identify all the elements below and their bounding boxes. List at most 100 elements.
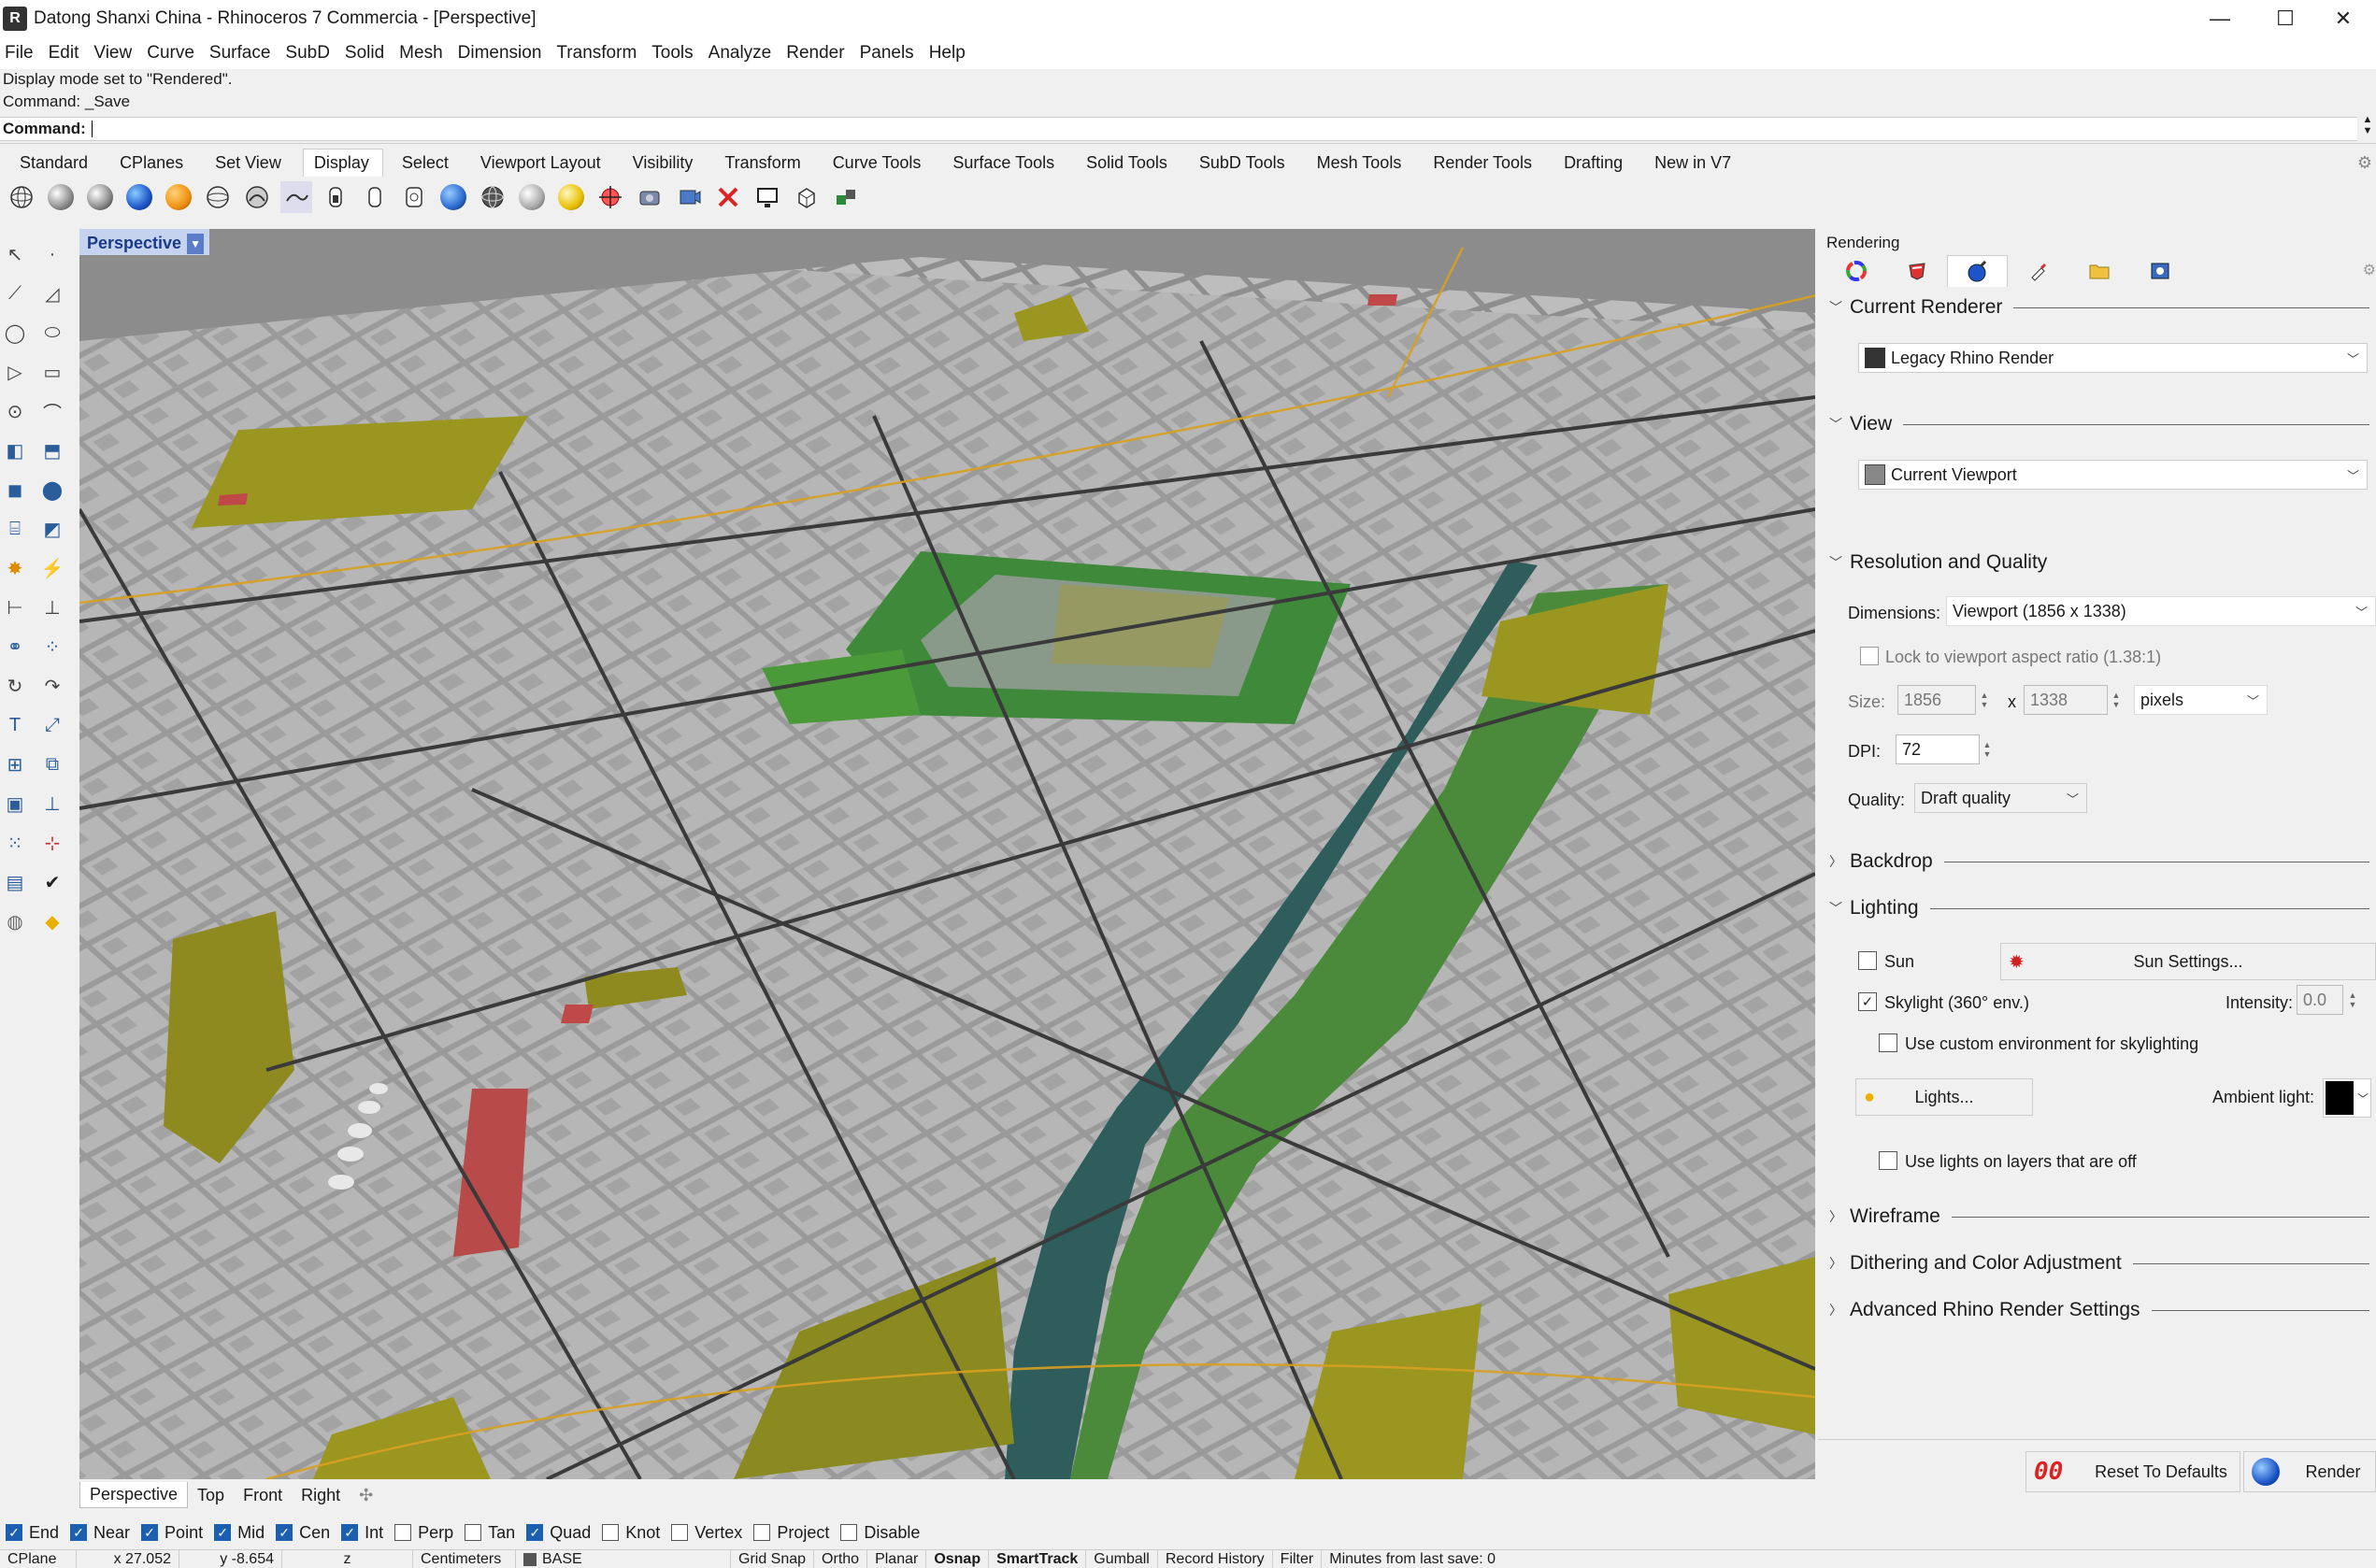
renderer-dropdown[interactable]: Legacy Rhino Render ﹀ [1858, 343, 2368, 373]
tab-visibility[interactable]: Visibility [623, 150, 707, 177]
viewport-tab-perspective[interactable]: Perspective [79, 1482, 189, 1508]
menu-tools[interactable]: Tools [647, 43, 703, 64]
ellipse-icon[interactable]: ⬭ [37, 318, 67, 348]
scale-icon[interactable]: ⤢ [37, 710, 67, 740]
osnap-end[interactable]: ✓ End [6, 1523, 59, 1543]
section-dithering[interactable]: 〉 Dithering and Color Adjustment [1829, 1252, 2371, 1275]
height-stepper[interactable]: ▲ ▼ [2110, 685, 2123, 715]
maximize-button[interactable]: ☐ [2253, 0, 2318, 37]
shade-all-icon[interactable] [477, 181, 508, 213]
check-icon[interactable]: ✔ [37, 867, 67, 897]
zoom-icon[interactable] [712, 181, 744, 213]
menu-surface[interactable]: Surface [205, 43, 280, 64]
point-icon[interactable]: · [37, 239, 67, 269]
status-layer[interactable]: BASE [516, 1550, 731, 1568]
ambient-color-picker[interactable]: ﹀ [2323, 1078, 2371, 1118]
custom-environment-checkbox[interactable] [1879, 1033, 1897, 1052]
box-edit-icon[interactable] [830, 181, 862, 213]
menu-transform[interactable]: Transform [551, 43, 647, 64]
screen-icon[interactable] [791, 181, 823, 213]
intensity-stepper[interactable]: ▲ ▼ [2346, 985, 2359, 1015]
reset-to-defaults-button[interactable]: 00 Reset To Defaults [2025, 1451, 2240, 1492]
section-advanced[interactable]: 〉 Advanced Rhino Render Settings [1829, 1299, 2371, 1321]
section-resolution[interactable]: ﹀ Resolution and Quality [1829, 551, 2371, 574]
command-input[interactable]: Command: [0, 117, 2357, 141]
menu-mesh[interactable]: Mesh [394, 43, 452, 64]
osnap-quad[interactable]: ✓ Quad [526, 1523, 591, 1543]
menu-panels[interactable]: Panels [855, 43, 924, 64]
join-icon[interactable]: ⊥ [37, 592, 67, 622]
color-wheel-icon[interactable] [1825, 255, 1886, 287]
light-icon[interactable] [555, 181, 587, 213]
lock-aspect-checkbox[interactable] [1860, 647, 1879, 665]
set-object-display-icon[interactable] [516, 181, 548, 213]
grid-array-icon[interactable]: ⁙ [0, 828, 30, 858]
checkbox[interactable]: ✓ [70, 1524, 88, 1541]
status-gumball[interactable]: Gumball [1086, 1550, 1158, 1568]
status-record-history[interactable]: Record History [1158, 1550, 1273, 1568]
section-current-renderer[interactable]: ﹀ Current Renderer [1829, 296, 2371, 319]
skylight-checkbox[interactable]: ✓ [1858, 992, 1877, 1011]
rectangle-icon[interactable]: ▭ [37, 357, 67, 387]
status-grid-snap[interactable]: Grid Snap [731, 1550, 815, 1568]
status-ortho[interactable]: Ortho [814, 1550, 868, 1568]
block-icon[interactable]: ▣ [0, 789, 30, 819]
dropper-icon[interactable] [2008, 255, 2068, 287]
menu-curve[interactable]: Curve [142, 43, 205, 64]
explode-icon[interactable]: ✸ [0, 553, 30, 583]
gumball-icon[interactable]: ⊹ [37, 828, 67, 858]
viewport-tab-top[interactable]: Top [188, 1483, 234, 1508]
dimension-icon[interactable]: ⊥ [37, 789, 67, 819]
status-cplane[interactable]: CPlane [0, 1550, 77, 1568]
checkbox[interactable]: ✓ [341, 1524, 359, 1541]
osnap-point[interactable]: ✓ Point [141, 1523, 203, 1543]
checkbox[interactable] [753, 1524, 771, 1541]
technical-mode-icon[interactable] [202, 181, 234, 213]
move-icon[interactable]: ↷ [37, 671, 67, 701]
quality-dropdown[interactable]: Draft quality ﹀ [1914, 783, 2087, 813]
menu-render[interactable]: Render [781, 43, 854, 64]
text-icon[interactable]: T [0, 710, 30, 740]
surface-icon[interactable]: ◧ [0, 435, 30, 465]
viewport-tab-right[interactable]: Right [292, 1483, 350, 1508]
menu-dimension[interactable]: Dimension [453, 43, 552, 64]
osnap-perp[interactable]: Perp [394, 1523, 453, 1543]
menu-subd[interactable]: SubD [280, 43, 340, 64]
tab-render-tools[interactable]: Render Tools [1423, 150, 1545, 177]
extrude-icon[interactable]: ⬒ [37, 435, 67, 465]
menu-edit[interactable]: Edit [44, 43, 90, 64]
tab-viewport-layout[interactable]: Viewport Layout [470, 150, 614, 177]
material-icon[interactable] [1886, 255, 1947, 287]
tab-solid-tools[interactable]: Solid Tools [1076, 150, 1181, 177]
mirror-icon[interactable]: ⧉ [37, 749, 67, 779]
tab-standard[interactable]: Standard [9, 150, 101, 177]
status-osnap[interactable]: Osnap [926, 1550, 990, 1568]
lights-button[interactable]: ● Lights... [1855, 1078, 2033, 1116]
trim-icon[interactable]: ⊢ [0, 592, 30, 622]
tab-new-in-v7[interactable]: New in V7 [1644, 150, 1744, 177]
pen-mode-icon[interactable] [280, 181, 312, 213]
polyline-icon[interactable]: ⟋ [0, 278, 30, 308]
perspective-viewport[interactable]: Perspective ▼ [79, 229, 1815, 1479]
height-field[interactable]: 1338 [2024, 685, 2108, 715]
shade-object-icon[interactable] [437, 181, 469, 213]
osnap-project[interactable]: Project [753, 1523, 829, 1543]
raytraced-mode-icon[interactable] [359, 181, 391, 213]
xray-mode-icon[interactable] [163, 181, 194, 213]
monochrome-mode-icon[interactable] [398, 181, 430, 213]
split-icon[interactable]: ⚡ [37, 553, 67, 583]
menu-help[interactable]: Help [924, 43, 976, 64]
dpi-field[interactable]: 72 [1896, 734, 1980, 764]
menu-view[interactable]: View [89, 43, 142, 64]
wireframe-mode-icon[interactable] [6, 181, 37, 213]
osnap-near[interactable]: ✓ Near [70, 1523, 130, 1543]
render-window-icon[interactable] [2129, 255, 2190, 287]
checkbox[interactable]: ✓ [276, 1524, 293, 1541]
width-stepper[interactable]: ▲ ▼ [1978, 685, 1991, 715]
checkbox[interactable] [394, 1524, 412, 1541]
checkbox[interactable] [465, 1524, 482, 1541]
osnap-vertex[interactable]: Vertex [671, 1523, 742, 1543]
fillet-icon[interactable]: ⌒ [37, 396, 67, 426]
cplane-icon[interactable] [634, 181, 666, 213]
menu-file[interactable]: File [0, 43, 44, 64]
